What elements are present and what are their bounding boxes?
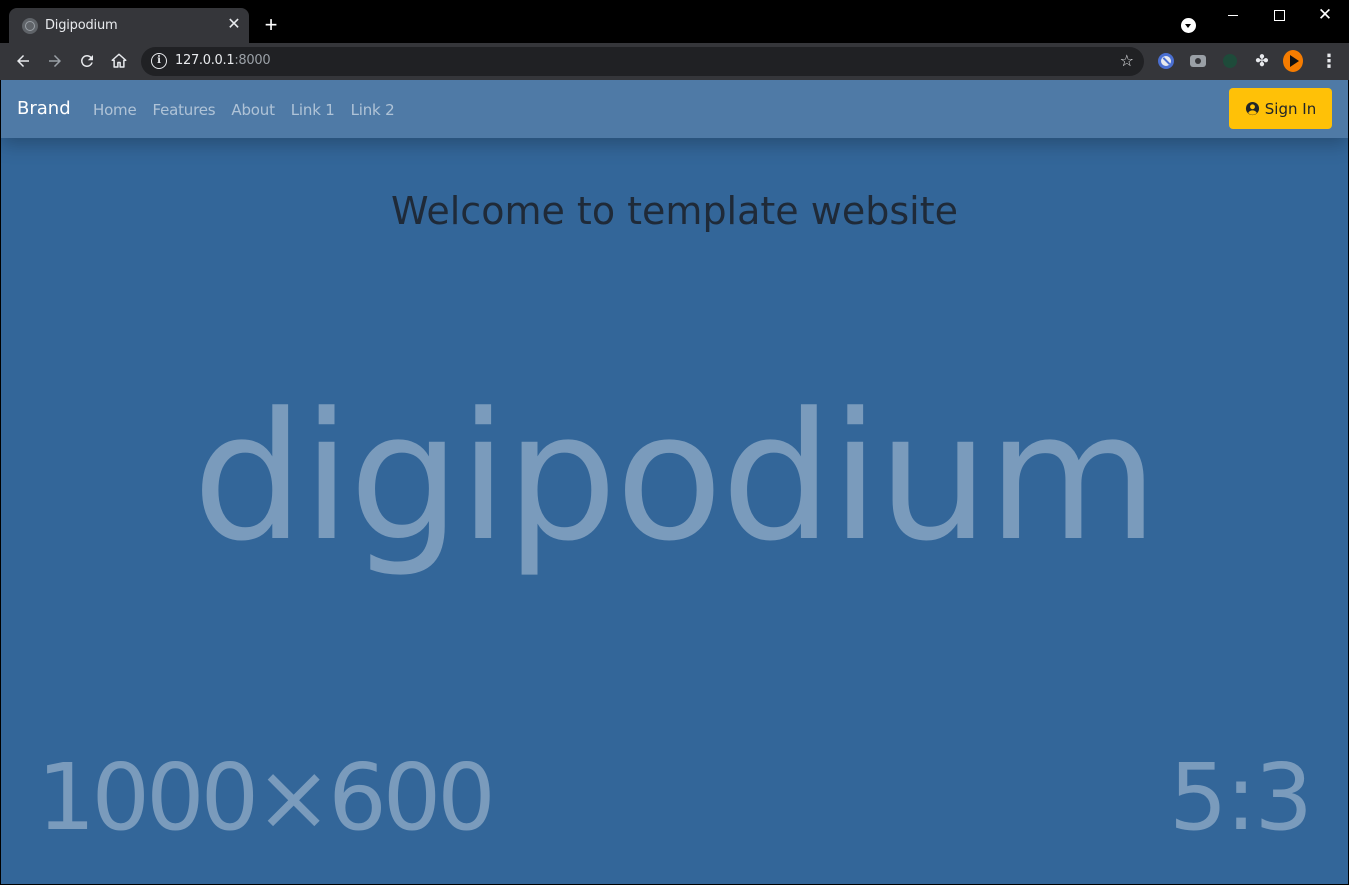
address-bar[interactable]: i 127.0.0.1:8000 ☆ xyxy=(141,47,1144,76)
forward-icon[interactable] xyxy=(43,49,67,73)
placeholder-size: 1000×600 xyxy=(37,744,496,851)
nav-link-about[interactable]: About xyxy=(231,101,275,119)
puzzle-icon[interactable]: ✤ xyxy=(1252,51,1272,71)
tab-close-icon[interactable]: ✕ xyxy=(225,16,243,34)
reload-icon[interactable] xyxy=(75,49,99,73)
url-text[interactable]: 127.0.0.1:8000 xyxy=(175,53,271,68)
browser-titlebar: Digipodium ✕ + ✕ xyxy=(0,0,1349,43)
extension-chat-icon[interactable] xyxy=(1220,51,1240,71)
info-icon[interactable]: i xyxy=(151,53,167,69)
close-window-button[interactable]: ✕ xyxy=(1302,0,1348,30)
site-navbar: Brand Home Features About Link 1 Link 2 … xyxy=(1,80,1348,138)
new-tab-button[interactable]: + xyxy=(259,14,283,38)
bookmark-star-icon[interactable]: ☆ xyxy=(1120,51,1134,71)
nav-link-home[interactable]: Home xyxy=(93,101,137,119)
placeholder-word: digipodium xyxy=(192,375,1158,580)
extension-block-icon[interactable] xyxy=(1156,51,1176,71)
page-viewport: digipodium 1000×600 5:3 Brand Home Featu… xyxy=(1,80,1348,884)
menu-icon[interactable]: ⋮ xyxy=(1320,51,1338,71)
browser-tab[interactable]: Digipodium ✕ xyxy=(9,8,249,43)
placeholder-ratio: 5:3 xyxy=(1168,744,1313,851)
extension-camera-icon[interactable] xyxy=(1188,51,1208,71)
minimize-button[interactable] xyxy=(1210,0,1256,30)
page-title: Welcome to template website xyxy=(391,189,958,233)
globe-icon xyxy=(22,18,38,34)
sign-in-label: Sign In xyxy=(1264,99,1317,118)
back-icon[interactable] xyxy=(11,49,35,73)
nav-link-features[interactable]: Features xyxy=(153,101,216,119)
tab-title: Digipodium xyxy=(45,18,118,33)
nav-links: Home Features About Link 1 Link 2 xyxy=(93,101,395,119)
maximize-button[interactable] xyxy=(1256,0,1302,30)
nav-link-link-2[interactable]: Link 2 xyxy=(351,101,395,119)
browser-toolbar: i 127.0.0.1:8000 ☆ ✤ ⋮ xyxy=(0,43,1349,80)
user-circle-icon xyxy=(1245,101,1259,116)
brand-link[interactable]: Brand xyxy=(17,98,71,119)
extension-profile-icon[interactable] xyxy=(1283,50,1303,72)
tab-search-icon[interactable] xyxy=(1181,18,1196,33)
sign-in-button[interactable]: Sign In xyxy=(1229,88,1332,129)
home-icon[interactable] xyxy=(107,49,131,73)
nav-link-link-1[interactable]: Link 1 xyxy=(291,101,335,119)
